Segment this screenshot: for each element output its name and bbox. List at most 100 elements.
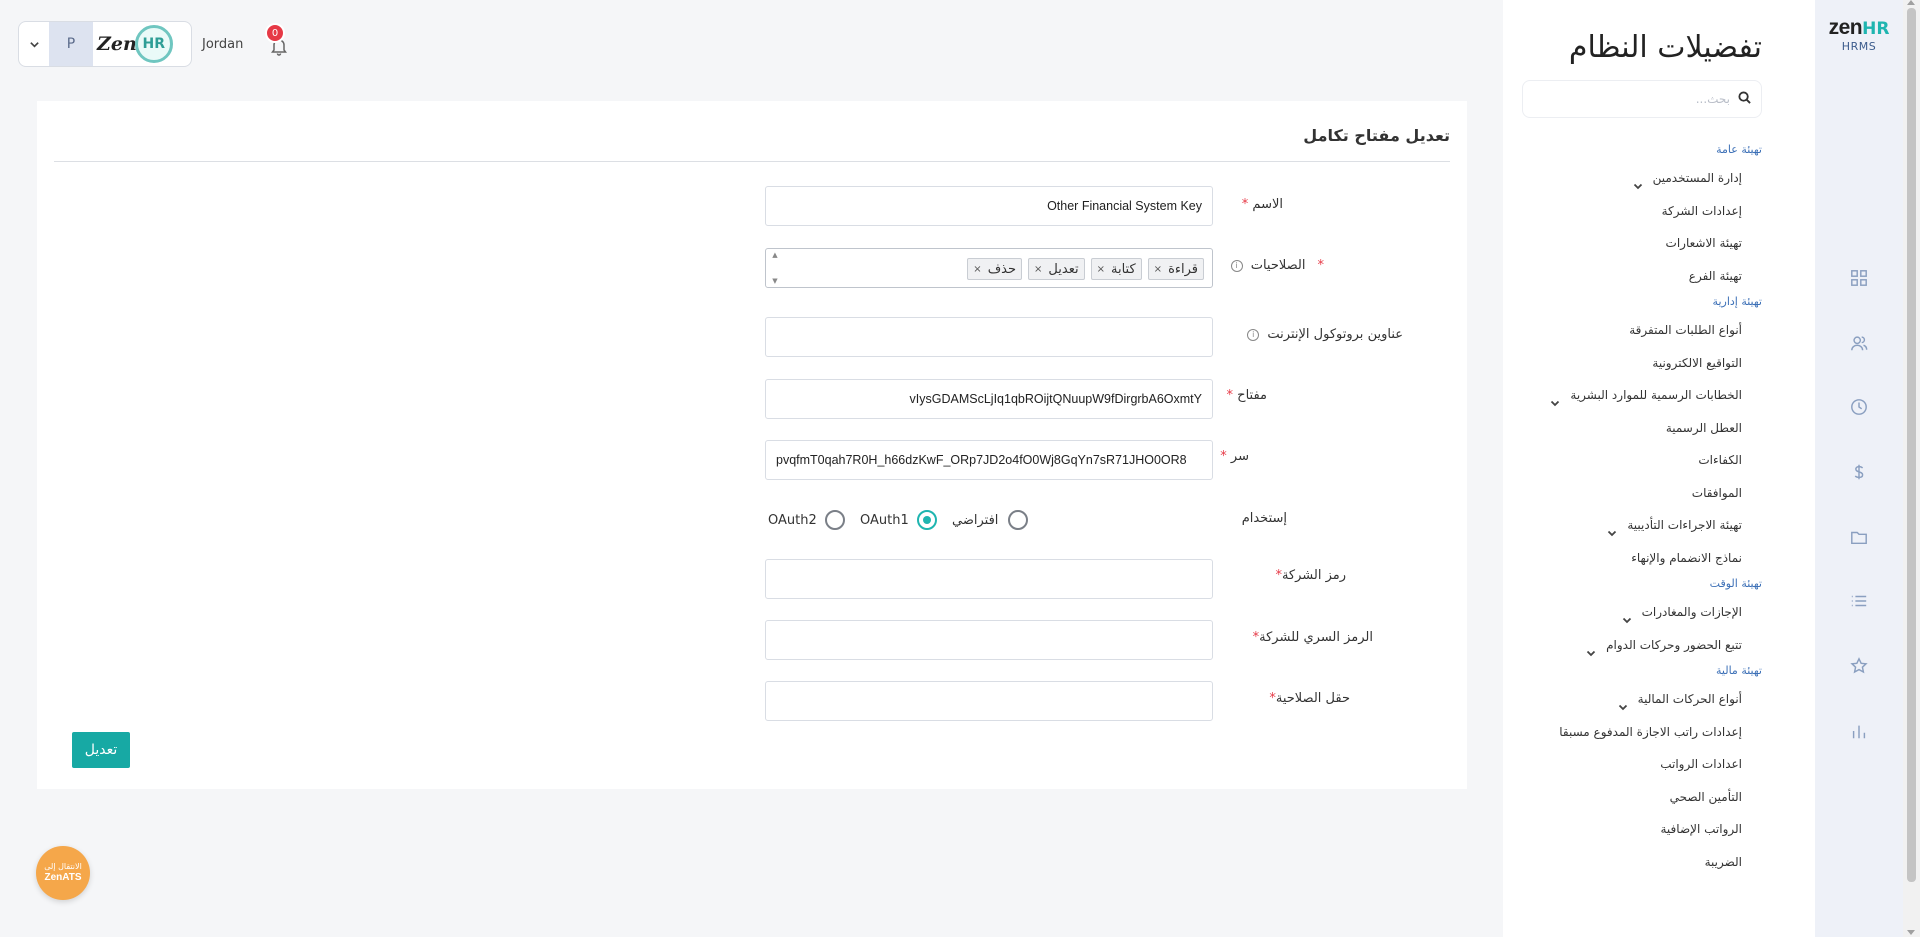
usage-radio-oauth1[interactable]: OAuth1 [860, 510, 937, 530]
usage-oauth2-label: OAuth2 [768, 512, 817, 528]
nav-item[interactable]: الخطابات الرسمية للموارد البشرية [1502, 379, 1762, 412]
zenhr-logo[interactable]: zenHR HRMS [1815, 16, 1903, 53]
permission-chip-label: تعديل [1048, 261, 1079, 277]
chevron-down-icon[interactable] [1618, 694, 1628, 711]
clock-icon[interactable] [1848, 396, 1870, 418]
nav-item[interactable]: إدارة المستخدمين [1502, 162, 1762, 195]
info-icon[interactable]: i [1247, 328, 1260, 341]
nav-item-label: تهيئة الفرع [1688, 268, 1742, 283]
chevron-down-icon[interactable] [19, 39, 49, 50]
nav-item[interactable]: تتبع الحضور وحركات الدوام [1502, 629, 1762, 662]
scroll-down-arrow[interactable] [1907, 930, 1915, 935]
nav-item[interactable]: اعدادات الرواتب [1502, 748, 1762, 781]
required-mark: * [1220, 449, 1227, 464]
company-code-field[interactable] [765, 559, 1213, 599]
scroll-up-arrow[interactable] [1907, 0, 1915, 5]
nav-item[interactable]: الضريبة [1502, 846, 1762, 879]
dollar-icon[interactable] [1848, 461, 1870, 483]
remove-chip-icon[interactable]: × [1154, 264, 1162, 275]
usage-oauth1-label: OAuth1 [860, 512, 909, 528]
nav-item[interactable]: الإجازات والمغادرات [1502, 596, 1762, 629]
nav-item[interactable]: إعدادات الشركة [1502, 195, 1762, 228]
permission-chips: × قراءة × كتابة × تعديل × حذف [967, 258, 1204, 280]
permission-field-input[interactable] [766, 682, 1212, 720]
key-input[interactable] [766, 380, 1212, 418]
permission-field-label: حقل الصلاحية* [1269, 691, 1350, 706]
chevron-down-icon[interactable] [1607, 520, 1617, 537]
users-icon[interactable] [1848, 332, 1870, 354]
nav-item-label: الضريبة [1704, 854, 1742, 869]
name-input[interactable] [766, 187, 1212, 225]
nav-item-label: تهيئة الاشعارات [1665, 236, 1742, 251]
chevron-down-icon[interactable] [1586, 640, 1596, 657]
dashboard-grid-icon[interactable] [1848, 267, 1870, 289]
folder-icon[interactable] [1848, 526, 1870, 548]
nav-item[interactable]: تهيئة الاشعارات [1502, 227, 1762, 260]
submit-edit-button[interactable]: تعديل [72, 732, 130, 768]
chart-icon[interactable] [1848, 720, 1870, 742]
name-field[interactable] [765, 186, 1213, 226]
nav-item[interactable]: التواقيع الالكترونية [1502, 347, 1762, 380]
company-secret-field[interactable] [765, 620, 1213, 660]
remove-chip-icon[interactable]: × [973, 264, 981, 275]
radio-oauth1-circle[interactable] [916, 510, 937, 530]
permissions-multiselect[interactable]: ▲ ▼ × قراءة × كتابة × تعديل × حذف [765, 248, 1213, 288]
usage-radio-default[interactable]: افتراضي [952, 510, 1029, 530]
secret-field[interactable] [765, 440, 1213, 480]
page-scrollbar[interactable] [1903, 0, 1920, 937]
key-field[interactable] [765, 379, 1213, 419]
permission-chip: × كتابة [1090, 258, 1142, 280]
chevron-down-icon[interactable] [1550, 390, 1560, 407]
settings-search[interactable] [1522, 80, 1762, 118]
secret-input[interactable] [766, 441, 1212, 479]
info-icon[interactable]: i [1230, 259, 1243, 272]
nav-item[interactable]: نماذج الانضمام والإنهاء [1502, 542, 1762, 575]
nav-item[interactable]: الموافقات [1502, 477, 1762, 510]
star-icon[interactable] [1848, 655, 1870, 677]
nav-item[interactable]: أنواع الحركات المالية [1502, 683, 1762, 716]
nav-item-label: التأمين الصحي [1669, 789, 1742, 804]
nav-item-label: أنواع الحركات المالية [1637, 692, 1742, 707]
nav-item[interactable]: إعدادات راتب الاجازة المدفوع مسبقا [1502, 716, 1762, 749]
spin-up-icon[interactable]: ▲ [772, 251, 777, 259]
secret-label-text: سر [1230, 449, 1249, 464]
remove-chip-icon[interactable]: × [1097, 264, 1105, 275]
settings-title: تفضيلات النظام [1568, 30, 1762, 65]
permission-field-field[interactable] [765, 681, 1213, 721]
nav-item[interactable]: التأمين الصحي [1502, 781, 1762, 814]
settings-search-input[interactable] [1580, 92, 1730, 106]
list-icon[interactable] [1848, 590, 1870, 612]
go-to-zenats-button[interactable]: الانتقال إلى ZenATS [36, 846, 90, 900]
nav-item[interactable]: الرواتب الإضافية [1502, 813, 1762, 846]
notifications-bell-icon[interactable]: 0 [265, 23, 291, 58]
company-code-input[interactable] [766, 560, 1212, 598]
nav-item[interactable]: الكفاءات [1502, 444, 1762, 477]
nav-item[interactable]: تهيئة الفرع [1502, 260, 1762, 293]
nav-item-label: إدارة المستخدمين [1652, 171, 1742, 186]
usage-radio-oauth2[interactable]: OAuth2 [768, 510, 845, 530]
secret-label: سر * [1220, 449, 1249, 464]
company-secret-input[interactable] [766, 621, 1212, 659]
chevron-down-icon[interactable] [1633, 173, 1643, 190]
scroll-thumb[interactable] [1907, 8, 1916, 882]
ip-addresses-field[interactable] [765, 317, 1213, 357]
usage-default-label: افتراضي [952, 512, 999, 528]
logo-hr: HR [1862, 19, 1890, 39]
remove-chip-icon[interactable]: × [1034, 264, 1042, 275]
avatar[interactable]: P [49, 22, 93, 66]
ip-addresses-input[interactable] [766, 318, 1212, 356]
user-company-switcher[interactable]: P Zen HR [18, 21, 192, 67]
nav-item[interactable]: أنواع الطلبات المتفرقة [1502, 314, 1762, 347]
chevron-down-icon[interactable] [1622, 607, 1632, 624]
permission-chip: × حذف [967, 258, 1023, 280]
multiselect-spinner[interactable]: ▲ ▼ [768, 251, 782, 285]
spin-down-icon[interactable]: ▼ [772, 277, 777, 285]
country-label[interactable]: Jordan [202, 37, 243, 52]
radio-oauth2-circle[interactable] [824, 510, 845, 530]
nav-item[interactable]: تهيئة الاجراءات التأديبية [1502, 509, 1762, 542]
integration-key-form-card: تعديل مفتاح تكامل الاسم * * الصلاحيات i ▲… [37, 101, 1467, 789]
ats-line2: ZenATS [44, 872, 82, 883]
nav-item[interactable]: العطل الرسمية [1502, 412, 1762, 445]
radio-default-circle[interactable] [1008, 510, 1029, 530]
nav-section-heading: تهيئة إدارية [1712, 295, 1762, 308]
